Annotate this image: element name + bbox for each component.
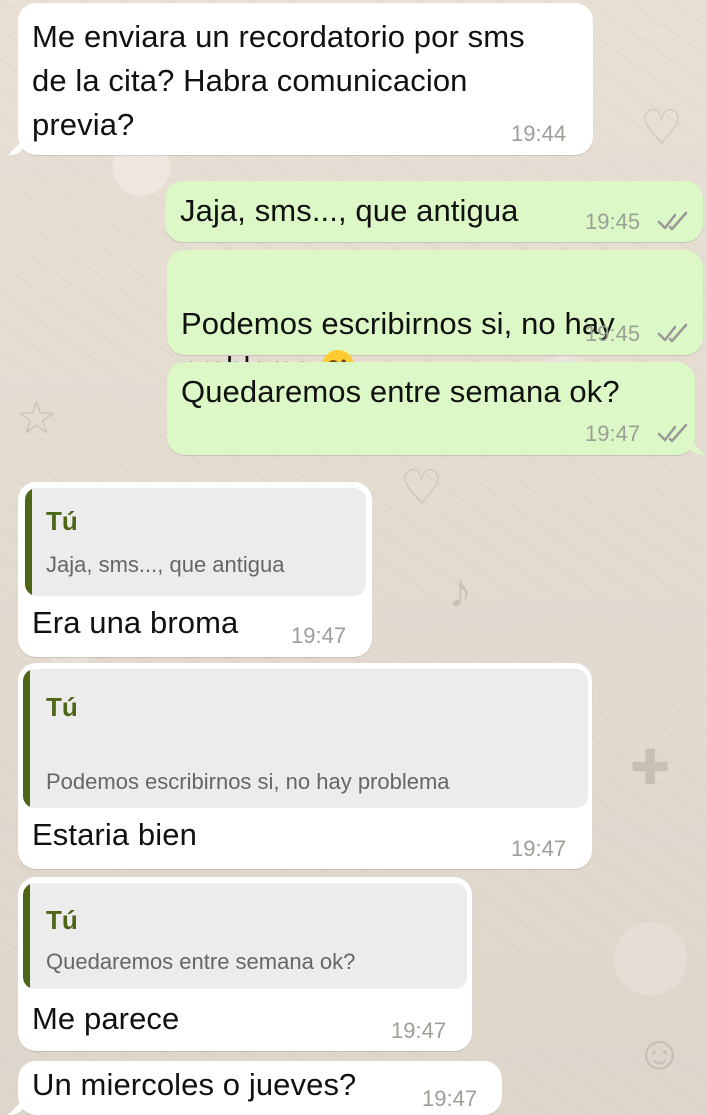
message-timestamp: 19:47 [291, 623, 347, 648]
quote-text: Quedaremos entre semana ok? [46, 949, 356, 974]
message-text: Quedaremos entre semana ok? [181, 374, 620, 409]
message-timestamp: 19:47 [422, 1086, 478, 1111]
message-timestamp: 19:45 [585, 321, 641, 346]
message-text: Me parece [32, 1001, 180, 1036]
message-bubble-incoming[interactable]: Un miercoles o jueves? 19:47 [18, 1061, 502, 1115]
message-text: Estaria bien [32, 817, 197, 852]
quote-author: Tú [46, 692, 78, 722]
quoted-message[interactable]: Tú Quedaremos entre semana ok? [23, 883, 467, 989]
message-timestamp: 19:47 [391, 1018, 447, 1043]
message-text: Era una broma [32, 605, 239, 640]
message-timestamp: 19:44 [511, 121, 567, 146]
quote-text: Podemos escribirnos si, no hay problema [46, 731, 566, 808]
message-text: Un miercoles o jueves? [32, 1067, 357, 1102]
double-check-icon [657, 211, 688, 231]
message-timestamp: 19:47 [585, 421, 641, 446]
quote-accent-bar [25, 488, 32, 596]
quote-accent-bar [23, 883, 30, 989]
quoted-message[interactable]: Tú Podemos escribirnos si, no hay proble… [23, 669, 588, 808]
message-bubble-incoming[interactable]: Me enviara un recordatorio por sms de la… [18, 3, 593, 155]
message-bubble-outgoing[interactable]: Podemos escribirnos si, no hay problema … [167, 250, 703, 385]
quote-accent-bar [23, 669, 30, 808]
quote-author: Tú [46, 905, 78, 935]
message-bubble-outgoing[interactable]: Quedaremos entre semana ok? 19:47 [167, 362, 695, 455]
double-check-icon [657, 323, 688, 343]
reply-message-bubble[interactable]: Tú Podemos escribirnos si, no hay proble… [18, 663, 592, 869]
message-timestamp: 19:45 [585, 209, 641, 234]
message-text: Me enviara un recordatorio por sms de la… [32, 19, 525, 142]
quote-text: Jaja, sms..., que antigua [46, 552, 285, 577]
reply-message-bubble[interactable]: Tú Jaja, sms..., que antigua Era una bro… [18, 482, 372, 657]
message-timestamp: 19:47 [511, 836, 567, 861]
quoted-message[interactable]: Tú Jaja, sms..., que antigua [25, 488, 366, 596]
double-check-icon [657, 423, 688, 443]
message-text: Jaja, sms..., que antigua [180, 193, 519, 228]
quote-author: Tú [46, 506, 78, 536]
message-bubble-outgoing[interactable]: Jaja, sms..., que antigua 19:45 [165, 181, 703, 242]
quote-text-content: Podemos escribirnos si, no hay problema [46, 769, 450, 794]
reply-message-bubble[interactable]: Tú Quedaremos entre semana ok? Me parece… [18, 877, 472, 1051]
